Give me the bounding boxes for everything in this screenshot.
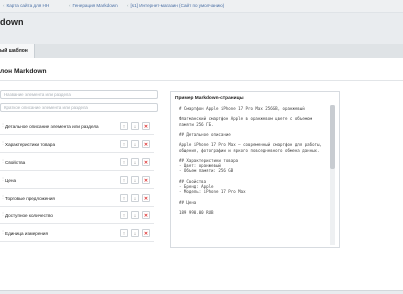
drag-handle-icon[interactable]: ⋮ [1, 177, 5, 181]
field-row-detail[interactable]: ⋮ Детальное описание элемента или раздел… [0, 120, 154, 135]
move-down-button[interactable]: ↓ [131, 158, 139, 166]
delete-button[interactable]: ✕ [142, 229, 150, 237]
delete-button[interactable]: ✕ [142, 122, 150, 130]
move-up-button[interactable]: ↑ [120, 194, 128, 202]
field-label: Детальное описание элемента или раздела [5, 124, 99, 129]
move-down-button[interactable]: ↓ [131, 229, 139, 237]
move-up-button[interactable]: ↑ [120, 176, 128, 184]
delete-button[interactable]: ✕ [142, 194, 150, 202]
field-row-price[interactable]: ⋮ Цена ↑ ↓ ✕ [0, 174, 154, 189]
breadcrumb-label[interactable]: [s1] Интернет-магазин (Сайт по умолчанию… [131, 3, 225, 8]
delete-button[interactable]: ✕ [142, 140, 150, 148]
name-input[interactable] [0, 90, 158, 99]
preview-scrollbar[interactable] [330, 105, 335, 245]
move-down-button[interactable]: ↓ [131, 176, 139, 184]
breadcrumb-item-shop[interactable]: ‹ [s1] Интернет-магазин (Сайт по умолчани… [127, 3, 224, 8]
move-down-button[interactable]: ↓ [131, 122, 139, 130]
drag-handle-icon[interactable]: ⋮ [1, 159, 5, 163]
field-label: Цена [5, 178, 17, 183]
markdown-preview: Пример Markdown-страницы # Смартфон Appl… [170, 91, 340, 248]
preview-title: Пример Markdown-страницы [175, 96, 244, 101]
page-title: down [0, 17, 24, 27]
move-up-button[interactable]: ↑ [120, 158, 128, 166]
move-down-button[interactable]: ↓ [131, 211, 139, 219]
breadcrumb-label[interactable]: Генерация Markdown [73, 3, 118, 8]
breadcrumb-item-sitemap[interactable]: ‹ Карта сайта для HH [3, 3, 49, 8]
preview-content: # Смартфон Apple iPhone 17 Pro Max 256GB… [179, 106, 322, 216]
delete-button[interactable]: ✕ [142, 158, 150, 166]
move-up-button[interactable]: ↑ [120, 229, 128, 237]
field-row-unit[interactable]: ⋮ Единица измерения ↑ ↓ ✕ [0, 227, 154, 242]
field-row-characteristics[interactable]: ⋮ Характеристики товара ↑ ↓ ✕ [0, 138, 154, 153]
drag-handle-icon[interactable]: ⋮ [1, 195, 5, 199]
breadcrumb-label[interactable]: Карта сайта для HH [7, 3, 50, 8]
field-row-properties[interactable]: ⋮ Свойства ↑ ↓ ✕ [0, 156, 154, 171]
field-label: Торговые предложения [5, 196, 55, 201]
drag-handle-icon[interactable]: ⋮ [1, 230, 5, 234]
move-down-button[interactable]: ↓ [131, 194, 139, 202]
field-label: Доступное количество [5, 213, 53, 218]
drag-handle-icon[interactable]: ⋮ [1, 212, 5, 216]
field-row-quantity[interactable]: ⋮ Доступное количество ↑ ↓ ✕ [0, 209, 154, 224]
move-up-button[interactable]: ↑ [120, 122, 128, 130]
field-label: Свойства [5, 160, 26, 165]
move-up-button[interactable]: ↑ [120, 140, 128, 148]
field-label: Единица измерения [5, 231, 48, 236]
delete-button[interactable]: ✕ [142, 211, 150, 219]
tab-bar: ый шаблон [0, 44, 403, 59]
short-description-input[interactable] [0, 103, 158, 112]
field-row-offers[interactable]: ⋮ Торговые предложения ↑ ↓ ✕ [0, 192, 154, 207]
drag-handle-icon[interactable]: ⋮ [1, 141, 5, 145]
move-down-button[interactable]: ↓ [131, 140, 139, 148]
delete-button[interactable]: ✕ [142, 176, 150, 184]
breadcrumb: ‹ Карта сайта для HH ‹ Генерация Markdown … [0, 0, 403, 13]
panel-title: лон Markdown [0, 68, 47, 75]
divider [0, 80, 403, 81]
scrollbar-thumb[interactable] [330, 105, 335, 169]
breadcrumb-item-markdown[interactable]: ‹ Генерация Markdown [69, 3, 118, 8]
tab-template[interactable]: ый шаблон [0, 44, 35, 58]
field-label: Характеристики товара [5, 142, 55, 147]
move-up-button[interactable]: ↑ [120, 211, 128, 219]
drag-handle-icon[interactable]: ⋮ [1, 123, 5, 127]
